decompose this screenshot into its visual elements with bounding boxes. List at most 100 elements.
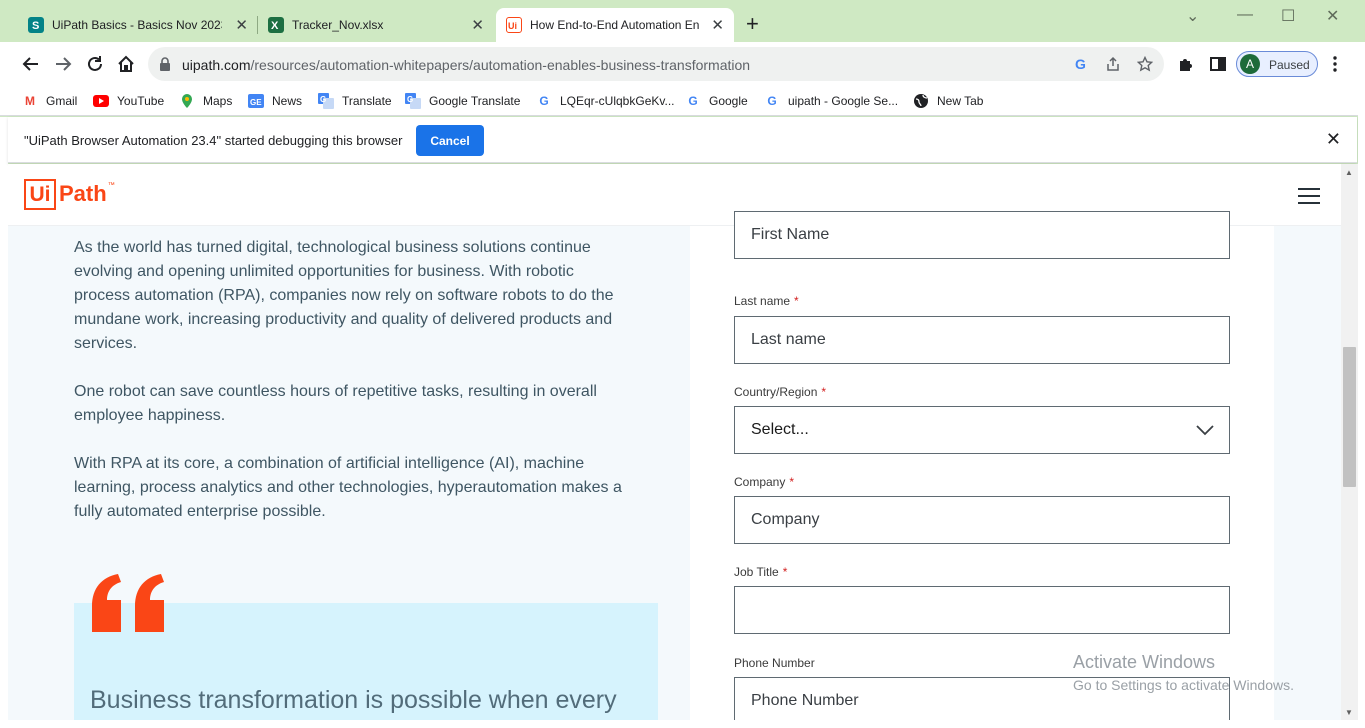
bookmark-uipath-search[interactable]: Guipath - Google Se... [764,91,898,111]
activate-windows-subtitle: Go to Settings to activate Windows. [1073,677,1294,693]
gmail-icon: M [25,94,35,108]
window-left-edge [0,117,8,728]
minimize-button[interactable]: — [1237,6,1253,24]
google-icon: G [767,94,777,108]
company-label: Company * [734,475,795,489]
bookmark-maps[interactable]: Maps [179,91,232,111]
svg-text:G: G [1075,56,1086,72]
share-icon[interactable] [1104,55,1122,73]
window-right-edge [1358,42,1365,728]
close-icon[interactable]: ✕ [1326,129,1341,150]
bookmark-google[interactable]: G Google [685,91,747,111]
chevron-down-icon [1196,425,1214,436]
maps-icon [179,93,195,109]
google-icon: G [688,94,698,108]
bookmarks-bar: M Gmail YouTube Maps GE News G Translate GG… [0,86,1365,116]
back-button[interactable] [20,53,42,75]
last-name-field[interactable]: Last name [734,316,1230,364]
article-paragraph-1: As the world has turned digital, technol… [74,239,614,352]
youtube-icon [93,93,109,109]
google-icon[interactable]: G [1072,55,1090,73]
puzzle-icon [1180,59,1192,71]
uipath-logo[interactable]: Ui Path ™ [24,179,115,210]
tab-title: How End-to-End Automation En [530,18,700,32]
svg-text:G: G [407,95,413,104]
job-title-label: Job Title * [734,565,788,579]
news-icon: GE [248,93,264,109]
arrow-right-icon [56,57,72,71]
bookmark-news[interactable]: GE News [248,91,302,111]
debugging-infobar: "UiPath Browser Automation 23.4" started… [8,117,1357,163]
last-name-label: Last name * [734,294,799,308]
translate-icon: G [318,93,334,109]
scroll-down-arrow-icon[interactable]: ▼ [1345,708,1353,717]
bookmark-lqeqr[interactable]: G LQEqr-cUlqbkGeKv... [536,91,674,111]
article-paragraph-3: With RPA at its core, a combination of a… [74,455,622,520]
excel-icon: X [268,17,284,33]
profile-button[interactable]: A Paused [1236,51,1318,77]
hamburger-menu-icon[interactable] [1298,188,1320,204]
lock-icon [160,57,170,71]
country-label: Country/Region * [734,385,827,399]
tab-uipath-basics[interactable]: S UiPath Basics - Basics Nov 2023 ✕ [0,8,258,42]
sharepoint-icon: S [28,17,44,33]
profile-status: Paused [1269,58,1310,72]
tab-tracker[interactable]: X Tracker_Nov.xlsx ✕ [240,8,494,42]
scroll-up-arrow-icon[interactable]: ▲ [1345,168,1353,177]
close-tab-icon[interactable]: ✕ [711,16,724,34]
new-tab-button[interactable]: + [746,13,759,35]
quote-text: Business transformation is possible when… [90,686,617,714]
job-title-field[interactable] [734,586,1230,634]
bookmark-new-tab[interactable]: New Tab [913,91,983,111]
avatar: A [1240,54,1260,74]
cancel-debugging-button[interactable]: Cancel [416,125,484,156]
page-viewport: Ui Path ™ As the world has turned digita… [8,164,1341,720]
url-text: uipath.com/resources/automation-whitepap… [182,57,751,73]
svg-text:X: X [271,20,279,32]
side-panel-icon [1210,57,1226,71]
arrow-left-icon [22,57,38,71]
star-icon[interactable] [1136,55,1154,73]
page-scrollbar[interactable]: ▲ ▼ [1341,164,1358,720]
phone-label: Phone Number [734,656,815,670]
home-button[interactable] [115,53,137,75]
company-field[interactable]: Company [734,496,1230,544]
bookmark-translate[interactable]: G Translate [318,91,392,111]
tab-end-to-end-automation[interactable]: Ui How End-to-End Automation En ✕ [496,8,734,42]
article-paragraph-2: One robot can save countless hours of re… [74,383,597,424]
reload-button[interactable] [84,53,106,75]
home-icon [118,55,134,72]
infobar-message: "UiPath Browser Automation 23.4" started… [24,133,403,148]
side-panel-button[interactable] [1207,53,1229,75]
browser-toolbar: uipath.com/resources/automation-whitepap… [0,42,1365,86]
svg-text:G: G [320,95,326,104]
google-icon: G [539,94,549,108]
bookmark-google-translate[interactable]: G Google Translate [405,91,520,111]
svg-text:S: S [32,20,39,32]
address-bar[interactable]: uipath.com/resources/automation-whitepap… [148,47,1164,81]
svg-text:GE: GE [250,98,262,107]
kebab-menu-icon [1333,56,1337,72]
quote-mark-icon [92,574,164,632]
country-select[interactable]: Select... [734,406,1230,454]
forward-button[interactable] [52,53,74,75]
page-right-margin [1274,226,1341,720]
registration-form: First Name Last name * Last name Country/… [690,211,1274,720]
globe-icon [913,93,929,109]
tab-title: Tracker_Nov.xlsx [292,18,384,32]
scrollbar-thumb[interactable] [1343,347,1356,487]
tab-strip: S UiPath Basics - Basics Nov 2023 ✕ X Tr… [0,0,1365,42]
extensions-button[interactable] [1175,53,1197,75]
bookmark-youtube[interactable]: YouTube [93,91,164,111]
maximize-button[interactable]: ☐ [1281,6,1295,26]
uipath-icon: Ui [506,17,522,33]
first-name-field[interactable]: First Name [734,211,1230,259]
tab-title: UiPath Basics - Basics Nov 2023 [52,18,222,32]
activate-windows-title: Activate Windows [1073,652,1216,672]
close-tab-icon[interactable]: ✕ [471,16,484,34]
close-window-button[interactable]: ✕ [1326,6,1339,26]
bookmark-gmail[interactable]: M Gmail [22,91,77,111]
svg-text:Ui: Ui [508,21,517,31]
chevron-down-icon[interactable]: ⌄ [1186,6,1199,26]
menu-button[interactable] [1324,53,1346,75]
